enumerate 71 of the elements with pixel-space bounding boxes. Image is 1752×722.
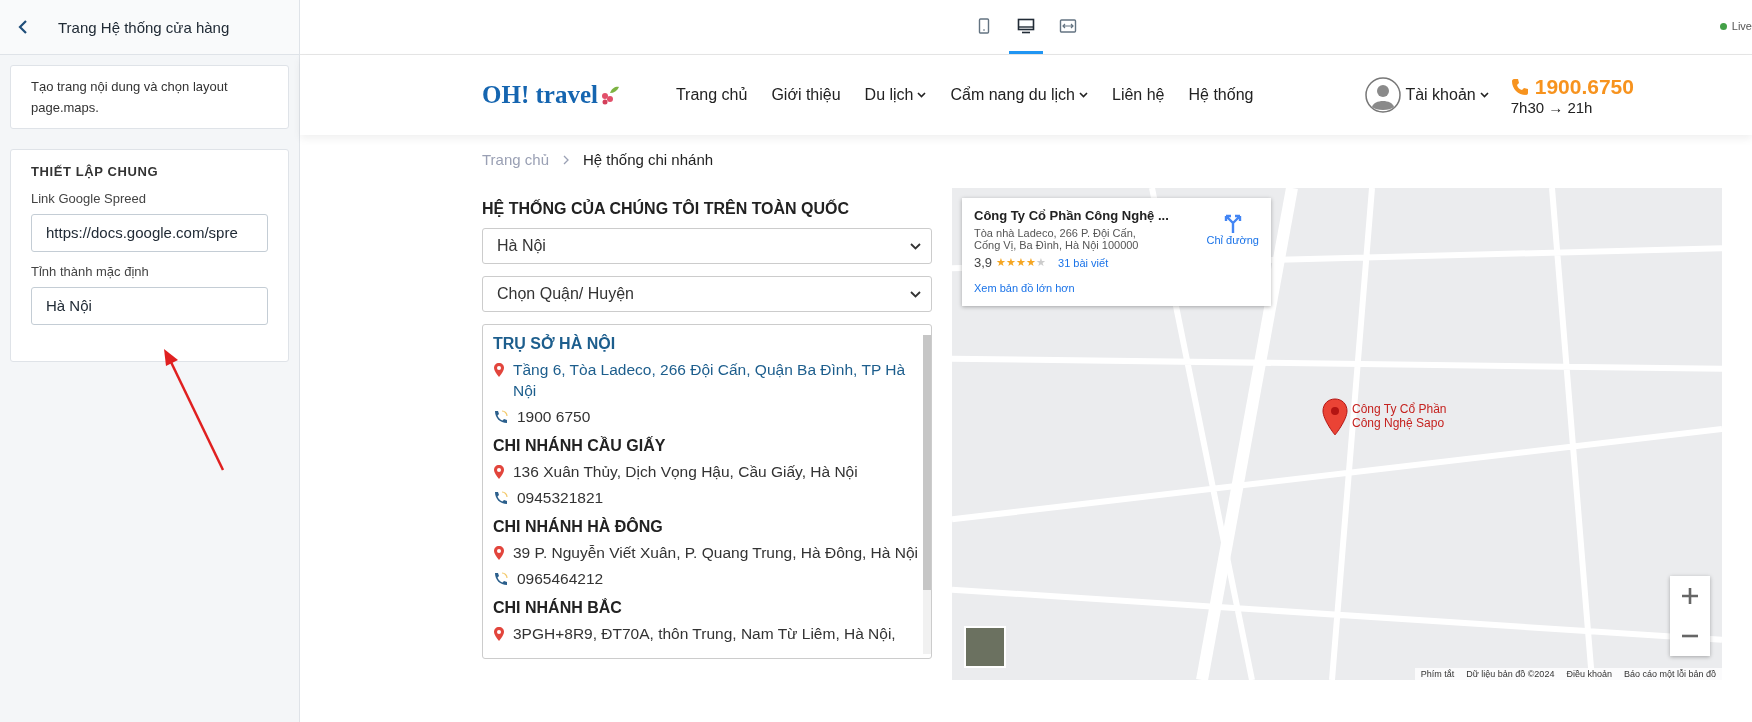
chevron-down-icon[interactable] — [910, 290, 921, 298]
site-logo[interactable]: OH! travel — [482, 81, 598, 109]
nav-link[interactable]: Du lịch — [864, 86, 927, 104]
branch-phone: 1900 6750 — [517, 407, 591, 427]
chevron-down-icon[interactable] — [910, 242, 921, 250]
phone-icon — [493, 571, 509, 587]
desktop-icon[interactable] — [1017, 17, 1035, 34]
branch-phone: 0945321821 — [517, 488, 604, 508]
full-width-icon[interactable] — [1059, 17, 1077, 34]
description-text: Tạo trang nội dung và chọn layout page.maps. — [31, 78, 229, 117]
sidebar-title: Trang Hệ thống cửa hàng — [58, 18, 230, 36]
opening-hours: 7h30 → 21h — [1510, 98, 1594, 116]
zoom-in-button[interactable] — [1670, 576, 1710, 616]
map-footer-link[interactable]: Dữ liệu bản đồ ©2024 — [1466, 669, 1555, 679]
branch-phone: 0965464212 — [517, 569, 604, 589]
branch-address: 39 P. Nguyễn Viết Xuân, P. Quang Trung, Hà Đông, Hà Nội — [513, 543, 918, 563]
chevron-down-icon[interactable] — [917, 92, 927, 98]
district-select[interactable]: Chọn Quận/ Huyện — [482, 276, 932, 312]
place-title: Công Ty Cổ Phần Công Nghệ ... — [974, 208, 1169, 223]
back-icon[interactable] — [18, 20, 28, 34]
section-heading: HỆ THỐNG CỦA CHÚNG TÔI TRÊN TOÀN QUỐC — [482, 200, 851, 218]
star-rating: ★★★★★ — [996, 256, 1047, 269]
marker-label: Công Ty Cổ Phần Công Nghệ Sapo — [1352, 402, 1448, 430]
chevron-right-icon — [563, 154, 569, 165]
branch-name[interactable]: CHI NHÁNH HÀ ĐÔNG — [493, 518, 923, 536]
branch-address: Tầng 6, Tòa Ladeco, 266 Đội Cấn, Quận Ba Đình, TP Hà Nội — [513, 360, 907, 401]
breadcrumb-item: Hệ thống chi nhánh — [583, 151, 714, 168]
input-field[interactable]: https://docs.google.com/spre — [31, 214, 268, 252]
nav-link[interactable]: Trang chủ — [675, 86, 748, 104]
branch-name[interactable]: TRỤ SỞ HÀ NỘI — [493, 335, 923, 353]
hotline-number: 1900.6750 — [1534, 74, 1634, 99]
plus-icon[interactable] — [1681, 587, 1699, 605]
location-pin-icon — [493, 545, 505, 561]
place-address: Tòa nhà Ladeco, 266 P. Đội Cấn, — [974, 227, 1137, 239]
scrollbar-thumb[interactable] — [923, 335, 931, 591]
chevron-down-icon[interactable] — [1079, 92, 1088, 98]
directions-link[interactable]: Chỉ đường — [1206, 212, 1259, 246]
larger-map-link[interactable]: Xem bản đồ lớn hơn — [974, 282, 1075, 294]
nav-link[interactable]: Giới thiệu — [771, 86, 841, 104]
map-pin-icon[interactable] — [1322, 398, 1348, 436]
status-text: Live — [1731, 20, 1752, 32]
reviews-link[interactable]: 31 bài viết — [1058, 256, 1109, 269]
branch-name[interactable]: CHI NHÁNH BẮC — [493, 599, 923, 617]
section-heading: THIẾT LẬP CHUNG — [31, 164, 160, 179]
rating-value: 3,9 — [974, 255, 993, 270]
phone-icon — [493, 490, 509, 506]
map-footer-link[interactable]: Báo cáo một lỗi bản đồ — [1623, 669, 1716, 679]
field-label: Link Google Spreed — [31, 191, 147, 206]
branch-name[interactable]: CHI NHÁNH CẦU GIẤY — [493, 437, 923, 455]
location-pin-icon — [493, 626, 505, 642]
field-label: Tỉnh thành mặc định — [31, 264, 150, 279]
chevron-down-icon[interactable] — [1479, 92, 1489, 98]
province-select[interactable]: Hà Nội — [482, 228, 932, 264]
nav-link[interactable]: Liên hệ — [1112, 86, 1165, 104]
phone-icon — [493, 409, 509, 425]
account-menu[interactable]: Tài khoản — [1405, 86, 1489, 104]
place-address: Cống Vị, Ba Đình, Hà Nội 100000 — [974, 239, 1140, 251]
nav-link[interactable]: Hệ thống — [1188, 86, 1254, 104]
phone-icon — [1510, 77, 1529, 96]
location-pin-icon — [493, 362, 505, 378]
satellite-thumbnail[interactable] — [964, 626, 1006, 668]
status-dot-icon — [1719, 22, 1727, 30]
location-pin-icon — [493, 464, 505, 480]
input-field[interactable]: Hà Nội — [31, 287, 268, 325]
branch-address: 136 Xuân Thủy, Dịch Vọng Hậu, Cầu Giấy, Hà Nội — [513, 462, 858, 482]
branch-address: 3PGH+8R9, ĐT70A, thôn Trung, Nam Từ Liêm, Hà Nội, — [513, 624, 896, 644]
avatar-icon[interactable] — [1365, 77, 1402, 113]
map-footer-link[interactable]: Điều khoản — [1566, 669, 1612, 679]
map-footer-link[interactable]: Phím tắt — [1420, 669, 1455, 679]
nav-link[interactable]: Cẩm nang du lịch — [950, 86, 1088, 104]
mobile-icon[interactable] — [978, 17, 990, 34]
